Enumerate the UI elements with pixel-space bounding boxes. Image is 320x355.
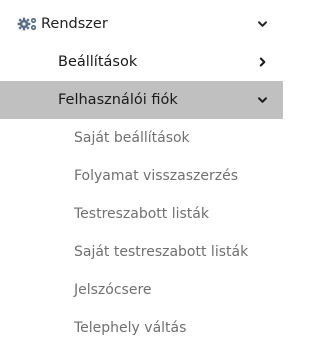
chevron-right-icon (259, 57, 266, 67)
menu-item-label: Felhasználói fiók (58, 92, 178, 108)
sidebar-menu: Rendszer Beállítások Felhasználói fiók S… (0, 0, 283, 355)
gear-icon (17, 17, 37, 31)
menu-item-rendszer[interactable]: Rendszer (0, 5, 283, 43)
submenu-item-label: Saját beállítások (74, 130, 190, 146)
submenu-item-testreszabott-listak[interactable]: Testreszabott listák (0, 195, 283, 233)
submenu-item-telephely-valtas[interactable]: Telephely váltás (0, 309, 283, 347)
submenu-item-sajat-beallitasok[interactable]: Saját beállítások (0, 119, 283, 157)
submenu-item-label: Telephely váltás (74, 320, 187, 336)
menu-item-label: Beállítások (58, 54, 138, 70)
submenu-item-sajat-testreszabott-listak[interactable]: Saját testreszabott listák (0, 233, 283, 271)
menu-item-beallitasok[interactable]: Beállítások (0, 43, 283, 81)
submenu-item-folyamat-visszaszerzes[interactable]: Folyamat visszaszerzés (0, 157, 283, 195)
submenu-item-label: Folyamat visszaszerzés (74, 168, 238, 184)
menu-item-label: Rendszer (41, 16, 108, 32)
chevron-down-icon (258, 21, 267, 27)
menu-item-felhasznaloi-fiok[interactable]: Felhasználói fiók (0, 81, 283, 119)
chevron-down-icon (258, 97, 267, 103)
submenu-item-label: Jelszócsere (74, 282, 152, 298)
submenu-item-label: Testreszabott listák (74, 206, 209, 222)
submenu-item-jelszocsere[interactable]: Jelszócsere (0, 271, 283, 309)
submenu-item-label: Saját testreszabott listák (74, 244, 249, 260)
